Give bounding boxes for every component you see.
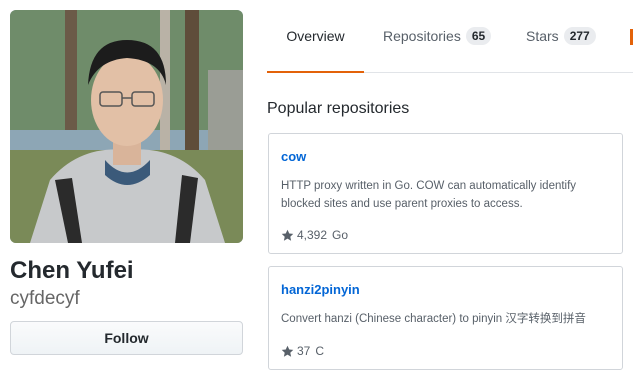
tab-stars-label: Stars	[526, 28, 559, 44]
tab-overview[interactable]: Overview	[267, 0, 364, 73]
follow-button[interactable]: Follow	[10, 321, 243, 355]
repo-star-count[interactable]: 4,392	[297, 228, 327, 242]
tab-repositories[interactable]: Repositories 65	[383, 0, 492, 72]
repo-link-hanzi2pinyin[interactable]: hanzi2pinyin	[281, 282, 360, 297]
profile-tabs: Overview Repositories 65 Stars 277	[267, 0, 633, 73]
repo-card: cow HTTP proxy written in Go. COW can au…	[268, 133, 623, 254]
star-icon	[281, 345, 294, 357]
tab-repositories-label: Repositories	[383, 28, 461, 44]
popular-repositories-heading: Popular repositories	[267, 100, 410, 117]
avatar[interactable]	[10, 10, 243, 243]
repo-meta: 4,392 Go	[281, 228, 348, 242]
stars-count-badge: 277	[563, 27, 596, 45]
repo-meta: 37 C	[281, 344, 324, 358]
repo-star-count[interactable]: 37	[297, 344, 310, 358]
repo-link-cow[interactable]: cow	[281, 149, 306, 164]
profile-fullname: Chen Yufei	[10, 257, 134, 284]
repositories-count-badge: 65	[465, 27, 492, 45]
repo-language: Go	[332, 228, 349, 242]
repo-language: C	[315, 344, 325, 358]
profile-username: cyfdecyf	[10, 288, 80, 309]
repo-card: hanzi2pinyin Convert hanzi (Chinese char…	[268, 266, 623, 370]
star-icon	[281, 229, 294, 241]
tab-selected-underline	[267, 71, 364, 73]
tab-stars[interactable]: Stars 277	[526, 0, 596, 72]
tab-overview-label: Overview	[286, 28, 345, 44]
repo-description: HTTP proxy written in Go. COW can automa…	[281, 180, 577, 210]
repo-description: Convert hanzi (Chinese character) to pin…	[281, 313, 586, 325]
